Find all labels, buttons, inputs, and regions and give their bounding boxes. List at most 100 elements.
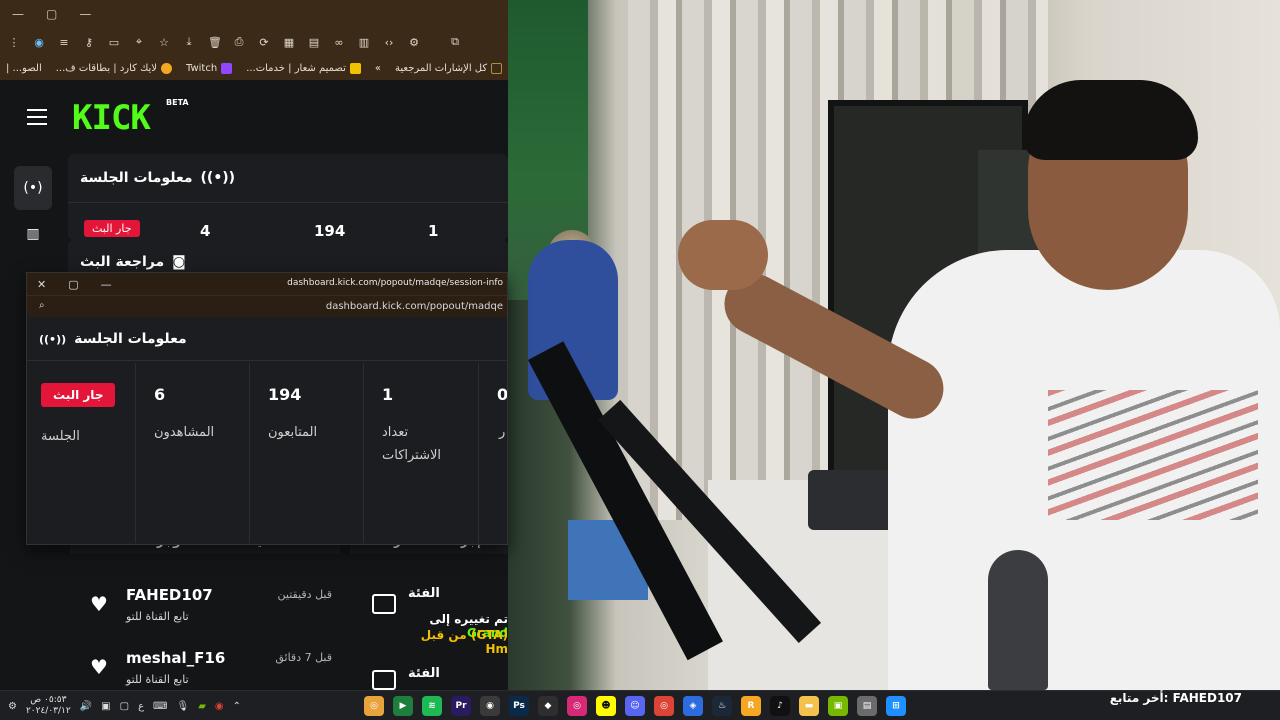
heart-icon: ♥ <box>90 655 108 679</box>
card-icon[interactable]: ▭ <box>108 36 120 49</box>
maximize-icon[interactable]: ▢ <box>68 278 78 291</box>
bookmark-overflow[interactable]: » <box>375 63 381 74</box>
premiere-icon[interactable]: Pr <box>451 696 471 716</box>
feed-username[interactable]: FAHED107 <box>126 586 213 604</box>
stat-extra: 0 ر <box>479 363 508 543</box>
feed-username[interactable]: meshal_F16 <box>126 649 225 667</box>
stat-value: 0 <box>497 385 508 404</box>
media-icon[interactable]: ▤ <box>857 696 877 716</box>
bookmark-twitch[interactable]: Twitch <box>186 62 233 74</box>
minimize-icon[interactable]: — <box>12 7 24 21</box>
feed-item[interactable]: ♥ FAHED107 قبل دقيقتين تابع القناة للتو <box>70 578 340 638</box>
link-icon[interactable]: ∞ <box>333 36 345 49</box>
star-icon[interactable]: ☆ <box>158 36 170 49</box>
bug-icon[interactable]: ⚙ <box>408 36 420 49</box>
bookmark-likecard[interactable]: لايك كارد | بطاقات ف... <box>56 62 173 74</box>
search-icon[interactable]: ⌕ <box>39 300 45 311</box>
bookmark-logo-design[interactable]: تصميم شعار | خدمات... <box>246 62 361 74</box>
steam-icon[interactable]: ♨ <box>712 696 732 716</box>
sidebar-item-analytics[interactable]: ▥ <box>14 212 52 256</box>
live-badge: جار البث <box>41 383 116 407</box>
chrome-icon[interactable]: ◎ <box>364 696 384 716</box>
network-icon[interactable]: ▣ <box>101 701 110 712</box>
volume-icon[interactable]: 🔊 <box>80 701 92 712</box>
beta-badge: BETA <box>166 98 189 107</box>
extension-icon[interactable]: ⧉ <box>449 35 461 49</box>
stat-label: المشاهدون <box>154 425 215 440</box>
stat-viewers: 6 المشاهدون <box>136 363 250 543</box>
live-badge: جار البث <box>84 220 140 237</box>
bookmark-all[interactable]: كل الإشارات المرجعية <box>395 62 503 74</box>
keyboard-icon[interactable]: ⌨ <box>153 701 167 712</box>
popout-url[interactable]: dashboard.kick.com/popout/madqe <box>326 301 503 312</box>
spotify-icon[interactable]: ≋ <box>422 696 442 716</box>
app-icon[interactable]: ◈ <box>683 696 703 716</box>
action-item[interactable]: الفئة تم تغييره إلى Grand (GTA) من قبل H… <box>350 578 508 656</box>
hamburger-menu-icon[interactable] <box>27 109 47 125</box>
play-icon <box>372 594 396 614</box>
feed-item[interactable]: ♥ meshal_F16 قبل 7 دقائق تابع القناة للت… <box>70 641 340 690</box>
rockstar-icon[interactable]: R <box>741 696 761 716</box>
discord-icon[interactable]: ☺ <box>625 696 645 716</box>
stat-label: الجلسة <box>41 429 80 444</box>
trash-icon[interactable]: 🗑 <box>208 36 222 49</box>
stat-subscriptions: 1 تعداد الاشتراكات <box>364 363 479 543</box>
popout-heading: معلومات الجلسة <box>74 331 187 347</box>
globe-icon[interactable]: ◉ <box>33 36 45 49</box>
download-icon[interactable]: ⤓ <box>183 35 195 49</box>
feed-time: قبل 7 دقائق <box>275 651 332 664</box>
pin-icon[interactable]: ⌖ <box>133 35 145 49</box>
subs-count: 1 <box>428 222 439 240</box>
screen: { "browser": { "window_controls": ["—", … <box>0 0 1280 720</box>
followers-count: 194 <box>314 222 346 240</box>
display-icon[interactable]: ▢ <box>120 701 129 712</box>
stat-followers: 194 المتابعون <box>250 363 364 543</box>
instagram-icon[interactable]: ◎ <box>567 696 587 716</box>
reader-icon[interactable]: ▤ <box>308 36 320 49</box>
unity-icon[interactable]: ◆ <box>538 696 558 716</box>
popout-title: dashboard.kick.com/popout/madqe/session-… <box>287 278 503 288</box>
nvidia-icon[interactable]: ▣ <box>828 696 848 716</box>
photoshop-icon[interactable]: Ps <box>509 696 529 716</box>
folder-icon <box>491 62 503 74</box>
menu-icon[interactable]: ⋮ <box>8 36 20 49</box>
kick-logo[interactable]: KICK <box>72 98 151 138</box>
maximize-icon[interactable]: ▢ <box>46 7 57 21</box>
clock[interactable]: ٠٥:٥٣ ص ٢٠٢٤/٠٣/١٢ <box>26 695 71 717</box>
feed-message: تابع القناة للتو <box>126 673 189 686</box>
camera-icon: ◙ <box>172 254 186 270</box>
stat-value: 194 <box>268 385 302 404</box>
filter-icon[interactable]: ≡ <box>58 36 70 49</box>
chevron-up-icon[interactable]: ⌃ <box>233 701 241 712</box>
play-icon[interactable]: ▶ <box>393 696 413 716</box>
language-indicator[interactable]: ع <box>138 701 144 712</box>
bookmark-other[interactable]: الصو... | <box>6 63 42 74</box>
mic-icon[interactable]: 🎙 <box>176 701 189 712</box>
refresh-icon[interactable]: ⟳ <box>258 36 270 49</box>
settings-icon[interactable]: ⚙ <box>8 701 17 712</box>
print-icon[interactable]: ⎙ <box>233 35 245 49</box>
session-info-popout: ✕ ▢ — dashboard.kick.com/popout/madqe/se… <box>26 272 508 545</box>
action-detail: (GTA) من قبل Hm <box>420 628 508 656</box>
tiktok-icon[interactable]: ♪ <box>770 696 790 716</box>
sidebar-item-stream[interactable]: (•) <box>14 166 52 210</box>
grid-icon[interactable]: ▦ <box>283 36 295 49</box>
explorer-icon[interactable]: ▬ <box>799 696 819 716</box>
table-icon[interactable]: ▥ <box>358 36 370 49</box>
key-icon[interactable]: ⚷ <box>83 36 95 49</box>
obs-icon[interactable]: ◉ <box>480 696 500 716</box>
start-icon[interactable]: ⊞ <box>886 696 906 716</box>
close-icon[interactable]: — <box>79 7 91 21</box>
code-icon[interactable]: ‹› <box>383 36 395 49</box>
action-title: الفئة <box>408 666 440 681</box>
system-tray: ⚙ ٠٥:٥٣ ص ٢٠٢٤/٠٣/١٢ 🔊 ▣ ▢ ع ⌨ 🎙 ▰ ◉ ⌃ <box>8 691 241 720</box>
close-icon[interactable]: ✕ <box>37 278 46 291</box>
chrome2-icon[interactable]: ◎ <box>654 696 674 716</box>
minimize-icon[interactable]: — <box>101 278 112 291</box>
action-item[interactable]: الفئة <box>350 658 508 690</box>
browser-titlebar: — ▢ — <box>0 0 508 28</box>
broadcast-icon: ((•)) <box>200 170 236 186</box>
snapchat-icon[interactable]: ☻ <box>596 696 616 716</box>
chrome-tray-icon[interactable]: ◉ <box>215 701 224 712</box>
gpu-icon[interactable]: ▰ <box>198 701 206 712</box>
